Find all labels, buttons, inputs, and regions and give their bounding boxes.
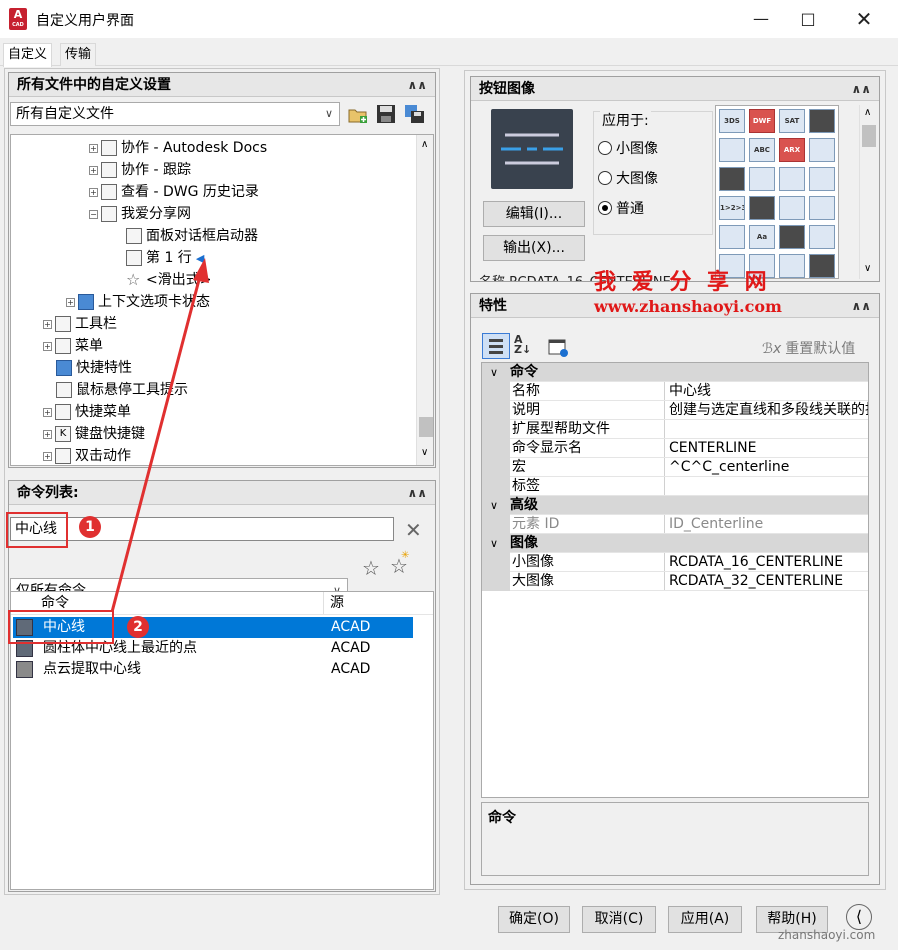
watermark-corner: zhanshaoyi.com — [778, 928, 876, 942]
watermark-title: 我 爱 分 享 网 — [594, 270, 771, 295]
watermark-url: www.zhanshaoyi.com — [594, 297, 782, 316]
annotation-arrow — [110, 258, 209, 613]
